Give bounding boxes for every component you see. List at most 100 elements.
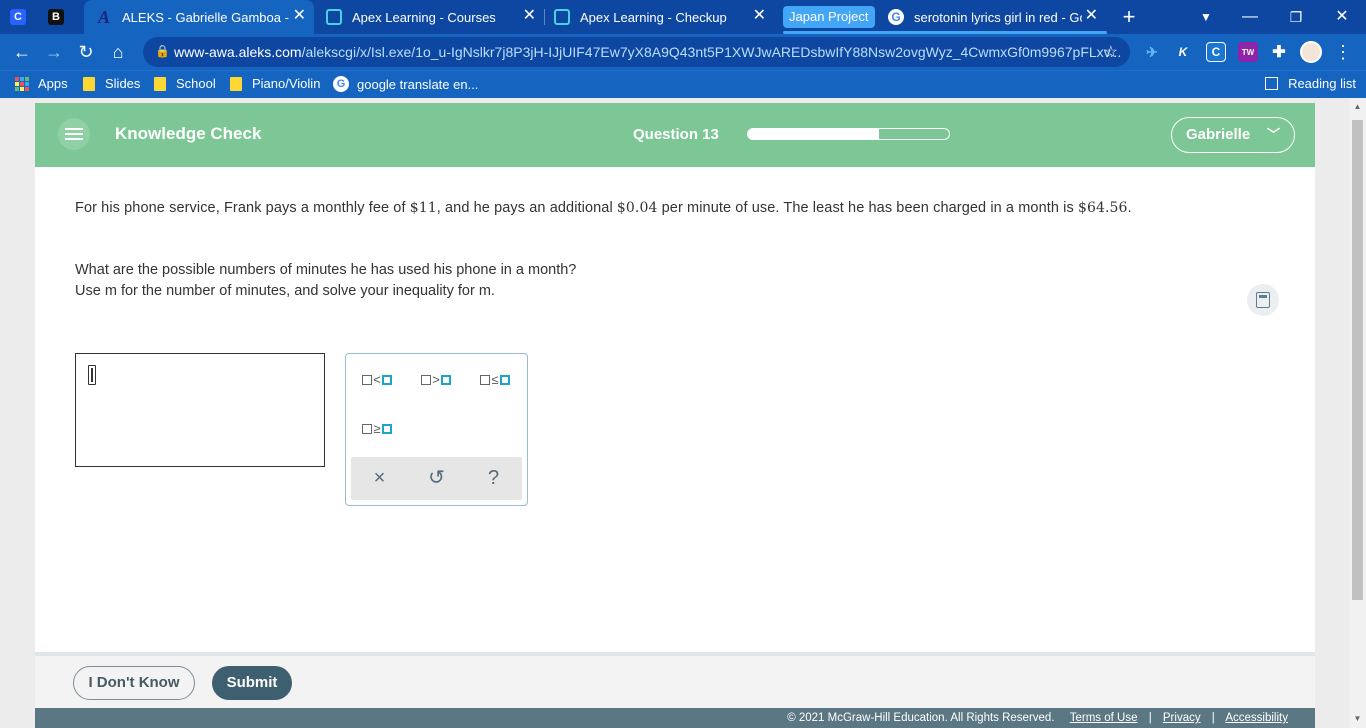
profile-avatar[interactable] [1300, 41, 1322, 63]
progress-fill [748, 129, 879, 139]
bookmark-school[interactable]: School [154, 76, 216, 91]
bookmark-label: google translate en... [357, 76, 479, 92]
folder-icon [154, 76, 166, 91]
close-icon[interactable]: ✕ [293, 8, 306, 24]
tab-title: Apex Learning - Courses [352, 9, 496, 25]
close-icon[interactable]: ✕ [523, 8, 536, 24]
progress-bar [747, 128, 950, 140]
chevron-down-icon: ﹀ [1266, 127, 1280, 142]
tab-title: serotonin lyrics girl in red - Goo [914, 9, 1082, 25]
close-icon[interactable]: ✕ [753, 8, 766, 24]
less-than-button[interactable]: < [352, 366, 402, 394]
apps-grid-icon [15, 76, 29, 91]
prompt-line-2: Use m for the number of minutes, and sol… [75, 283, 495, 299]
folder-icon [230, 76, 242, 91]
copyright-text: © 2021 McGraw-Hill Education. All Rights… [787, 712, 1055, 724]
prompt-line-1: What are the possible numbers of minutes… [75, 262, 577, 278]
address-bar[interactable]: 🔒 www-awa.aleks.com/alekscgi/x/Isl.exe/1… [143, 37, 1130, 67]
page-scrollbar[interactable]: ▲ ▼ [1349, 98, 1366, 728]
tab-apex-checkup[interactable]: Apex Learning - Checkup ✕ [544, 0, 774, 34]
folder-icon [83, 76, 95, 91]
menu-kebab-icon[interactable]: ⋮ [1328, 34, 1358, 70]
canvas-icon: C [10, 9, 26, 25]
bookmark-apps[interactable]: Apps [15, 76, 68, 91]
extension-rocket-icon[interactable]: ✈ [1142, 42, 1162, 62]
new-tab-plus-icon[interactable]: + [1117, 0, 1141, 34]
google-icon: G [333, 76, 349, 92]
page-title: Knowledge Check [115, 124, 262, 143]
reading-list-icon [1265, 77, 1279, 90]
extension-tw-icon[interactable]: TW [1238, 42, 1258, 62]
legal-footer: © 2021 McGraw-Hill Education. All Rights… [35, 708, 1315, 728]
pinned-tab-canvas[interactable]: C [10, 0, 40, 34]
hamburger-menu-icon[interactable] [58, 118, 90, 150]
help-icon[interactable]: ? [465, 457, 522, 500]
extension-c-icon[interactable]: C [1206, 42, 1226, 62]
tab-search-chevron-icon[interactable]: ▼ [1194, 0, 1218, 34]
bookmark-label: School [176, 76, 216, 91]
bookmark-piano-violin[interactable]: Piano/Violin [230, 76, 320, 91]
reload-icon[interactable]: ↻ [71, 34, 101, 70]
bookmark-label: Apps [38, 76, 68, 91]
apex-icon [326, 9, 342, 25]
submit-button[interactable]: Submit [212, 666, 292, 700]
home-icon[interactable]: ⌂ [103, 34, 133, 70]
bookmark-google-translate[interactable]: G google translate en... [333, 76, 478, 92]
lock-icon: 🔒 [155, 44, 170, 58]
forward-icon[interactable]: → [39, 34, 69, 70]
fee-value: $11 [409, 200, 437, 216]
bookmark-star-icon[interactable]: ☆ [1104, 42, 1118, 62]
tab-title: ALEKS - Gabrielle Gamboa - Kn [122, 9, 290, 25]
answer-input[interactable] [75, 353, 325, 467]
user-menu-button[interactable]: Gabrielle ﹀ [1171, 117, 1295, 153]
palette-actions: × ↺ ? [351, 457, 522, 500]
window-close-icon[interactable]: ✕ [1330, 0, 1354, 34]
bookmark-slides[interactable]: Slides [83, 76, 140, 91]
google-icon: G [888, 9, 904, 25]
bookmarks-bar: Apps Slides School Piano/Violin G google… [0, 70, 1366, 98]
back-icon[interactable]: ← [7, 34, 37, 70]
i-dont-know-button[interactable]: I Don't Know [73, 666, 195, 700]
browser-tab-strip: C B A ALEKS - Gabrielle Gamboa - Kn ✕ Ap… [0, 0, 1366, 34]
tab-title: Apex Learning - Checkup [580, 9, 727, 25]
blooket-icon: B [48, 9, 64, 25]
reading-list[interactable]: Reading list [1265, 76, 1356, 91]
reading-list-label: Reading list [1288, 76, 1356, 91]
minimize-icon[interactable]: — [1238, 0, 1262, 34]
tab-group-japan-project[interactable]: Japan Project [783, 6, 875, 28]
calculator-icon[interactable] [1247, 284, 1279, 316]
bookmark-label: Slides [105, 76, 141, 91]
user-name: Gabrielle [1186, 126, 1251, 143]
extension-k-icon[interactable]: K [1173, 42, 1193, 62]
browser-toolbar: ← → ↻ ⌂ 🔒 www-awa.aleks.com/alekscgi/x/I… [0, 34, 1366, 70]
question-prompt: What are the possible numbers of minutes… [75, 260, 576, 302]
rate-value: $0.04 [616, 200, 658, 216]
scroll-up-icon[interactable]: ▲ [1349, 100, 1366, 114]
question-text: For his phone service, Frank pays a mont… [75, 200, 1132, 216]
greater-than-button[interactable]: > [411, 366, 461, 394]
question-number: Question 13 [633, 126, 719, 143]
scrollbar-thumb[interactable] [1352, 120, 1363, 600]
terms-link[interactable]: Terms of Use [1070, 712, 1138, 724]
tab-serotonin[interactable]: G serotonin lyrics girl in red - Goo ✕ [876, 0, 1106, 34]
scroll-down-icon[interactable]: ▼ [1349, 712, 1366, 726]
aleks-icon: A [97, 6, 110, 27]
math-palette: < > ≤ ≥ × ↺ ? [345, 353, 528, 506]
extensions-puzzle-icon[interactable]: ✚ [1269, 42, 1289, 62]
tab-aleks[interactable]: A ALEKS - Gabrielle Gamboa - Kn ✕ [84, 0, 314, 34]
close-icon[interactable]: ✕ [1085, 8, 1098, 24]
greater-or-equal-button[interactable]: ≥ [352, 415, 402, 443]
accessibility-link[interactable]: Accessibility [1225, 712, 1288, 724]
url-text: www-awa.aleks.com/alekscgi/x/Isl.exe/1o_… [174, 44, 1122, 60]
clear-x-icon[interactable]: × [351, 457, 408, 500]
restore-icon[interactable]: ❐ [1284, 0, 1308, 34]
bookmark-label: Piano/Violin [252, 76, 321, 91]
apex-icon [554, 9, 570, 25]
text-cursor-icon [88, 365, 96, 385]
tab-apex-courses[interactable]: Apex Learning - Courses ✕ [314, 0, 544, 34]
less-or-equal-button[interactable]: ≤ [470, 366, 520, 394]
pinned-tab-blooket[interactable]: B [48, 0, 78, 34]
undo-icon[interactable]: ↺ [408, 457, 465, 500]
privacy-link[interactable]: Privacy [1163, 712, 1201, 724]
least-charge-value: $64.56 [1077, 200, 1128, 216]
